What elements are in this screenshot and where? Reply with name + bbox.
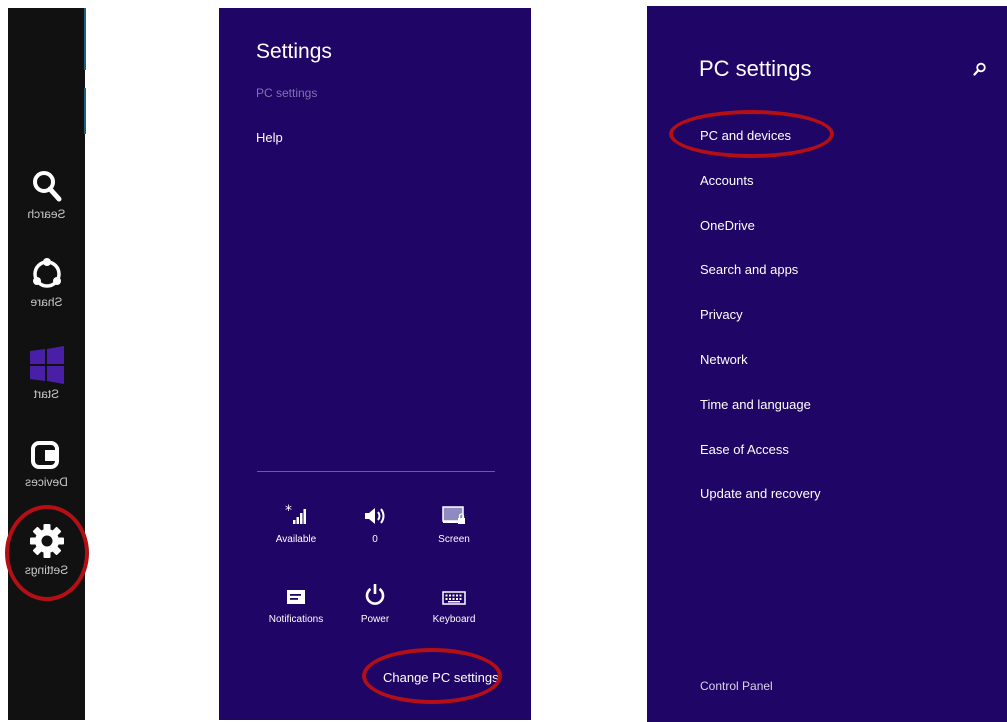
notifications-icon xyxy=(287,590,305,604)
nav-item-onedrive[interactable]: OneDrive xyxy=(700,218,755,233)
tile-label-screen: Screen xyxy=(438,534,470,545)
nav-item-update-and-recovery[interactable]: Update and recovery xyxy=(700,486,821,501)
charm-label-devices: Devices xyxy=(25,475,68,489)
charm-settings[interactable]: Settings xyxy=(8,522,85,577)
nav-item-ease-of-access[interactable]: Ease of Access xyxy=(700,442,789,457)
charm-label-start: Start xyxy=(33,387,60,401)
devices-icon xyxy=(30,441,59,469)
pc-settings-pane: PC settings PC and devices Accounts OneD… xyxy=(647,6,1007,722)
search-icon xyxy=(32,171,61,202)
volume-icon xyxy=(365,508,385,524)
tile-keyboard[interactable]: Keyboard xyxy=(419,580,489,625)
tile-network[interactable]: * Available xyxy=(261,500,331,545)
nav-item-accounts[interactable]: Accounts xyxy=(700,173,753,188)
change-pc-settings-link[interactable]: Change PC settings xyxy=(383,670,499,685)
power-icon xyxy=(365,584,385,605)
tile-label-network: Available xyxy=(275,534,317,545)
charm-start[interactable]: Start xyxy=(8,346,85,401)
settings-subtitle: PC settings xyxy=(256,86,318,100)
control-panel-link[interactable]: Control Panel xyxy=(700,679,773,693)
network-signal-icon: * xyxy=(285,504,306,524)
gear-icon xyxy=(29,524,64,558)
charm-label-share: Share xyxy=(30,295,63,309)
pc-settings-title: PC settings xyxy=(699,56,812,81)
charms-edge-accent xyxy=(84,88,86,134)
charm-share[interactable]: Share xyxy=(8,256,85,309)
tile-notifications[interactable]: Notifications xyxy=(261,580,331,625)
tile-power[interactable]: Power xyxy=(340,580,410,625)
tile-label-keyboard: Keyboard xyxy=(432,614,476,625)
settings-pane: Settings PC settings Help * Available 0 xyxy=(219,8,531,720)
charm-search[interactable]: Search xyxy=(8,168,85,221)
nav-item-search-and-apps[interactable]: Search and apps xyxy=(700,262,798,277)
screen-icon xyxy=(442,506,465,524)
nav-item-privacy[interactable]: Privacy xyxy=(700,307,743,322)
keyboard-icon xyxy=(442,591,466,605)
tile-label-volume: 0 xyxy=(372,534,378,545)
nav-item-network[interactable]: Network xyxy=(700,352,748,367)
nav-item-time-and-language[interactable]: Time and language xyxy=(700,397,811,412)
tile-label-power: Power xyxy=(360,614,390,625)
tile-label-notifications: Notifications xyxy=(268,614,324,625)
windows-logo-icon xyxy=(29,346,64,384)
help-link[interactable]: Help xyxy=(256,130,283,145)
charms-edge-accent xyxy=(84,8,86,70)
tile-screen[interactable]: Screen xyxy=(419,500,489,545)
charm-label-settings: Settings xyxy=(24,563,69,577)
share-icon xyxy=(32,258,61,288)
search-icon[interactable] xyxy=(973,62,987,76)
charms-bar: Search Share Start Devices Settings xyxy=(8,8,86,720)
charm-devices[interactable]: Devices xyxy=(8,438,85,489)
nav-item-pc-and-devices[interactable]: PC and devices xyxy=(700,128,791,143)
settings-divider xyxy=(257,471,495,472)
settings-title: Settings xyxy=(256,40,332,63)
tile-volume[interactable]: 0 xyxy=(340,500,410,545)
svg-text:*: * xyxy=(285,504,292,519)
charm-label-search: Search xyxy=(27,207,66,221)
